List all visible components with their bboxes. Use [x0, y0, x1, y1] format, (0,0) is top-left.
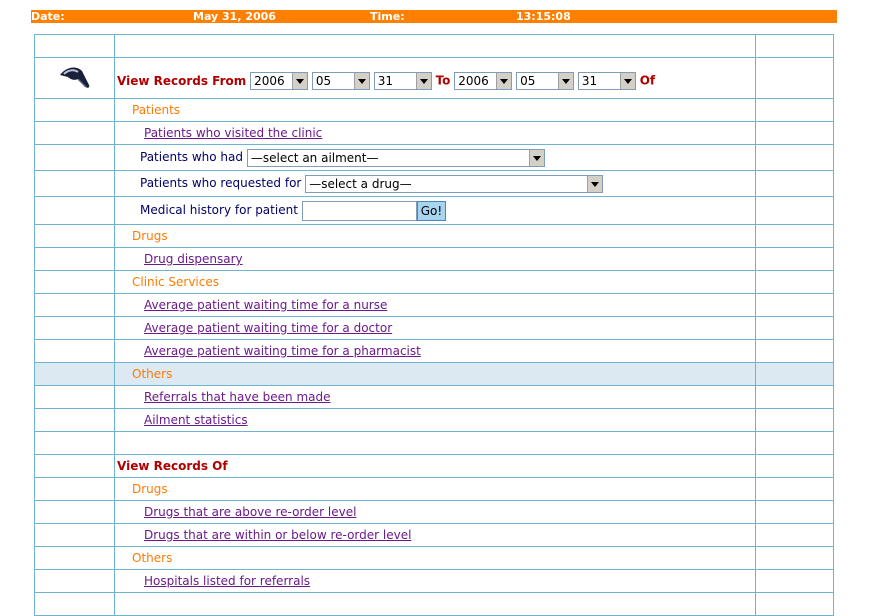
table-row: Referrals that have been made: [34, 385, 834, 409]
to-label: To: [435, 73, 451, 88]
medical-history-label: Medical history for patient: [140, 203, 298, 217]
view-records-from-heading: View Records From: [117, 73, 247, 88]
table-row: Drugs that are above re-order level: [34, 500, 834, 524]
ailment-select[interactable]: —select an ailment—: [246, 148, 545, 167]
table-row: [34, 431, 834, 455]
table-row: Patients who requested for —select a dru…: [34, 170, 834, 197]
patients-category: Patients: [132, 103, 181, 117]
chevron-down-icon: [415, 73, 431, 89]
patients-visited-link[interactable]: Patients who visited the clinic: [116, 126, 322, 140]
to-month-select[interactable]: 05: [516, 72, 575, 90]
others-category: Others: [132, 367, 173, 381]
table-row: Patients who visited the clinic: [34, 121, 834, 145]
from-day-select[interactable]: 31: [373, 72, 432, 90]
clinic-services-category: Clinic Services: [132, 275, 219, 289]
chevron-down-icon: [587, 175, 603, 192]
view-from-row: View Records From 2006 05 31 To 2006 05 …: [34, 57, 834, 99]
table-row: Patients: [34, 98, 834, 122]
doctor-wait-link[interactable]: Average patient waiting time for a docto…: [116, 321, 392, 335]
to-year-select[interactable]: 2006: [454, 72, 513, 90]
of-label: Of: [639, 73, 656, 88]
from-month-select[interactable]: 05: [311, 72, 370, 90]
drugs-category: Drugs: [132, 229, 168, 243]
patient-id-input[interactable]: [301, 200, 417, 221]
table-row: Average patient waiting time for a docto…: [34, 316, 834, 340]
table-row: Medical history for patient Go!: [34, 196, 834, 225]
pharmacist-wait-link[interactable]: Average patient waiting time for a pharm…: [116, 344, 421, 358]
table-row: Drug dispensary: [34, 247, 834, 271]
time-label: Time:: [370, 10, 405, 23]
view-records-of-heading: View Records Of: [117, 459, 228, 473]
referrals-link[interactable]: Referrals that have been made: [116, 390, 331, 404]
table-row: [34, 34, 834, 58]
from-year-select[interactable]: 2006: [250, 72, 309, 90]
to-day-select[interactable]: 31: [577, 72, 636, 90]
chevron-down-icon: [528, 149, 544, 166]
table-row: Hospitals listed for referrals: [34, 569, 834, 593]
drugs-above-reorder-link[interactable]: Drugs that are above re-order level: [116, 505, 356, 519]
go-button[interactable]: Go!: [416, 200, 447, 221]
date-value: May 31, 2006: [193, 10, 276, 23]
view-of-others-category: Others: [132, 551, 173, 565]
time-value: 13:15:08: [516, 10, 571, 23]
hospitals-referrals-link[interactable]: Hospitals listed for referrals: [116, 574, 310, 588]
table-row: View Records Of: [34, 454, 834, 478]
status-bar: Date: May 31, 2006 Time: 13:15:08: [31, 10, 837, 23]
patients-requested-label: Patients who requested for: [140, 176, 302, 190]
table-row: Average patient waiting time for a pharm…: [34, 339, 834, 363]
drug-dispensary-link[interactable]: Drug dispensary: [116, 252, 243, 266]
view-of-drugs-category: Drugs: [132, 482, 168, 496]
chevron-down-icon: [292, 73, 308, 89]
table-row: Others: [34, 546, 834, 570]
table-row: Patients who had —select an ailment—: [34, 144, 834, 171]
table-row: Drugs: [34, 477, 834, 501]
chevron-down-icon: [496, 73, 512, 89]
table-row-highlighted: Others: [34, 362, 834, 386]
records-table: View Records From 2006 05 31 To 2006 05 …: [34, 34, 834, 616]
table-row: Ailment statistics: [34, 408, 834, 432]
ailment-statistics-link[interactable]: Ailment statistics: [116, 413, 248, 427]
chevron-down-icon: [619, 73, 635, 89]
table-row: Drugs: [34, 224, 834, 248]
chevron-down-icon: [558, 73, 574, 89]
patients-had-label: Patients who had: [140, 150, 244, 164]
chevron-down-icon: [353, 73, 369, 89]
table-row: [34, 592, 834, 616]
date-label: Date:: [31, 10, 65, 23]
table-row: Clinic Services: [34, 270, 834, 294]
nurse-wait-link[interactable]: Average patient waiting time for a nurse: [116, 298, 387, 312]
table-row: Average patient waiting time for a nurse: [34, 293, 834, 317]
pointer-hand-icon: [59, 67, 89, 88]
table-row: Drugs that are within or below re-order …: [34, 523, 834, 547]
drugs-below-reorder-link[interactable]: Drugs that are within or below re-order …: [116, 528, 411, 542]
drug-select[interactable]: —select a drug—: [305, 174, 604, 193]
